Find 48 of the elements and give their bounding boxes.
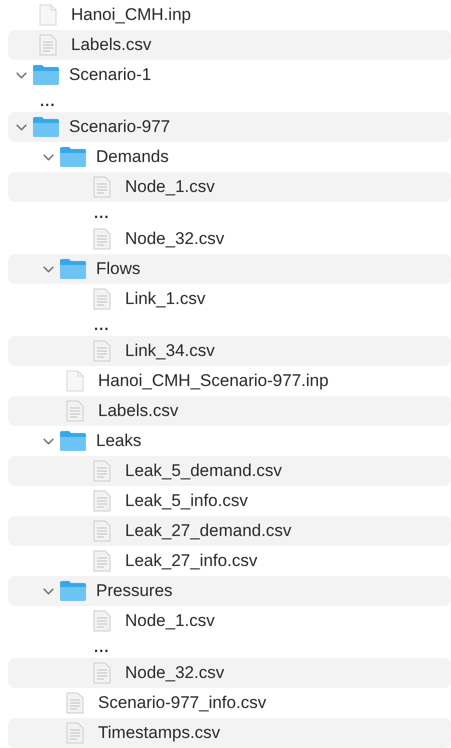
- file-icon: [39, 4, 57, 26]
- file-name[interactable]: Timestamps.csv: [98, 723, 220, 743]
- ellipsis: ...: [40, 94, 56, 108]
- folder-icon: [59, 146, 87, 168]
- folder-icon: [59, 580, 87, 602]
- document-icon: [93, 520, 111, 542]
- file-icon: [66, 370, 84, 392]
- file-name[interactable]: Scenario-1: [69, 65, 152, 85]
- ellipsis: ...: [94, 640, 110, 654]
- file-name[interactable]: Node_32.csv: [125, 663, 224, 683]
- folder-icon: [59, 258, 87, 280]
- file-name[interactable]: Labels.csv: [71, 35, 152, 55]
- file-name[interactable]: Link_34.csv: [125, 341, 215, 361]
- folder-icon: [32, 64, 60, 86]
- document-icon: [93, 490, 111, 512]
- file-name[interactable]: Demands: [96, 147, 169, 167]
- file-name[interactable]: Pressures: [96, 581, 173, 601]
- file-name[interactable]: Node_1.csv: [125, 611, 215, 631]
- file-name[interactable]: Node_32.csv: [125, 229, 224, 249]
- ellipsis: ...: [94, 318, 110, 332]
- document-icon: [66, 692, 84, 714]
- file-name[interactable]: Leak_5_info.csv: [125, 491, 248, 511]
- file-name[interactable]: Hanoi_CMH_Scenario-977.inp: [98, 371, 329, 391]
- file-name[interactable]: Leaks: [96, 431, 142, 451]
- document-icon: [39, 34, 57, 56]
- document-icon: [93, 340, 111, 362]
- file-name[interactable]: Scenario-977: [69, 117, 170, 137]
- file-name[interactable]: Labels.csv: [98, 401, 178, 421]
- file-name[interactable]: Leak_27_demand.csv: [125, 521, 292, 541]
- document-icon: [93, 550, 111, 572]
- document-icon: [93, 288, 111, 310]
- file-name[interactable]: Leak_27_info.csv: [125, 551, 258, 571]
- document-icon: [66, 400, 84, 422]
- ellipsis: ...: [94, 206, 110, 220]
- document-icon: [93, 460, 111, 482]
- document-icon: [93, 228, 111, 250]
- document-icon: [93, 176, 111, 198]
- document-icon: [66, 722, 84, 744]
- document-icon: [93, 610, 111, 632]
- file-name[interactable]: Leak_5_demand.csv: [125, 461, 282, 481]
- file-name[interactable]: Hanoi_CMH.inp: [71, 5, 191, 25]
- folder-icon: [32, 116, 60, 138]
- file-name[interactable]: Scenario-977_info.csv: [98, 693, 266, 713]
- folder-icon: [59, 430, 87, 452]
- file-name[interactable]: Node_1.csv: [125, 177, 215, 197]
- file-name[interactable]: Flows: [96, 259, 140, 279]
- document-icon: [93, 662, 111, 684]
- file-name[interactable]: Link_1.csv: [125, 289, 206, 309]
